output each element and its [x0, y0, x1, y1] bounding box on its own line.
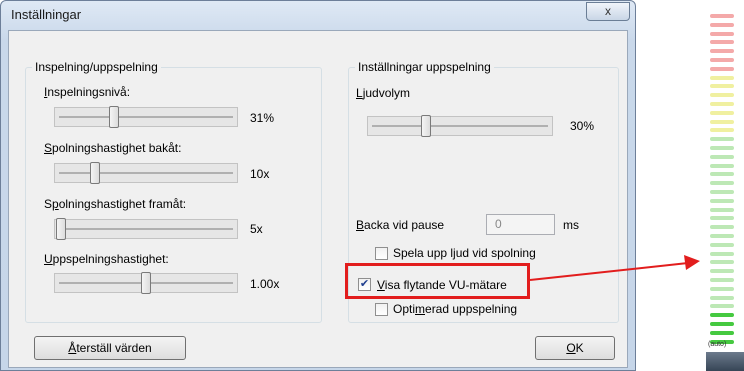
vu-meter-segment: [710, 207, 734, 212]
vu-meter-segment: [710, 251, 734, 256]
vu-meter-segment: [710, 172, 734, 177]
vu-meter-segment: [710, 22, 734, 27]
vu-meter-segment: [710, 234, 734, 238]
vu-meter-segment: [710, 225, 734, 230]
vu-meter-segment: [710, 322, 734, 326]
playback-speed-slider-thumb[interactable]: [141, 272, 151, 294]
vu-meter-segment: [710, 313, 734, 318]
vu-meter-segment: [710, 198, 734, 203]
vu-meter-segment: [710, 216, 734, 221]
vu-meter-segment: [710, 31, 734, 36]
vu-meter-segment: [710, 49, 734, 54]
vu-meter-segment: [710, 93, 734, 98]
annotation-arrow-line: [529, 262, 689, 281]
annotation-arrowhead: [684, 255, 700, 270]
vu-meter-segment: [710, 304, 734, 309]
vu-meter-segment: [710, 269, 734, 274]
vu-meter-segment: [710, 75, 734, 80]
vu-meter-segment: [710, 40, 734, 45]
volume-slider-thumb[interactable]: [420, 115, 431, 137]
vu-meter-segment: [710, 260, 734, 265]
vu-meter-segment: [710, 286, 734, 291]
vu-meter-base: [706, 352, 744, 371]
annotation-arrow: [529, 255, 700, 281]
vu-meter-segment: [710, 128, 734, 133]
vu-meter-segment: [710, 146, 734, 150]
vu-meter-segment: [710, 84, 734, 89]
forward-speed-slider-thumb[interactable]: [56, 218, 66, 240]
vu-meter-segment: [710, 14, 734, 18]
vu-meter-segment: [710, 66, 734, 71]
vu-meter-segment: [710, 278, 734, 282]
recording-level-slider-thumb[interactable]: [108, 106, 119, 128]
vu-meter-label: (auto): [708, 341, 727, 348]
vu-meter-segment: [710, 110, 734, 115]
vu-meter-segment: [710, 119, 734, 124]
rewind-speed-slider-thumb[interactable]: [90, 162, 100, 184]
vu-meter-segment: [710, 242, 734, 247]
vu-meter-segment: [710, 163, 734, 168]
vu-meter-segment: [710, 154, 734, 159]
vu-meter-segment: [710, 137, 734, 142]
floating-vu-meter[interactable]: [708, 0, 744, 371]
vu-meter-segment: [710, 58, 734, 62]
vu-meter-segment: [710, 295, 734, 300]
vu-meter-segment: [710, 190, 734, 194]
vu-meter-segment: [710, 181, 734, 186]
vu-meter-segment: [710, 102, 734, 106]
vu-meter-segment: [710, 330, 734, 335]
